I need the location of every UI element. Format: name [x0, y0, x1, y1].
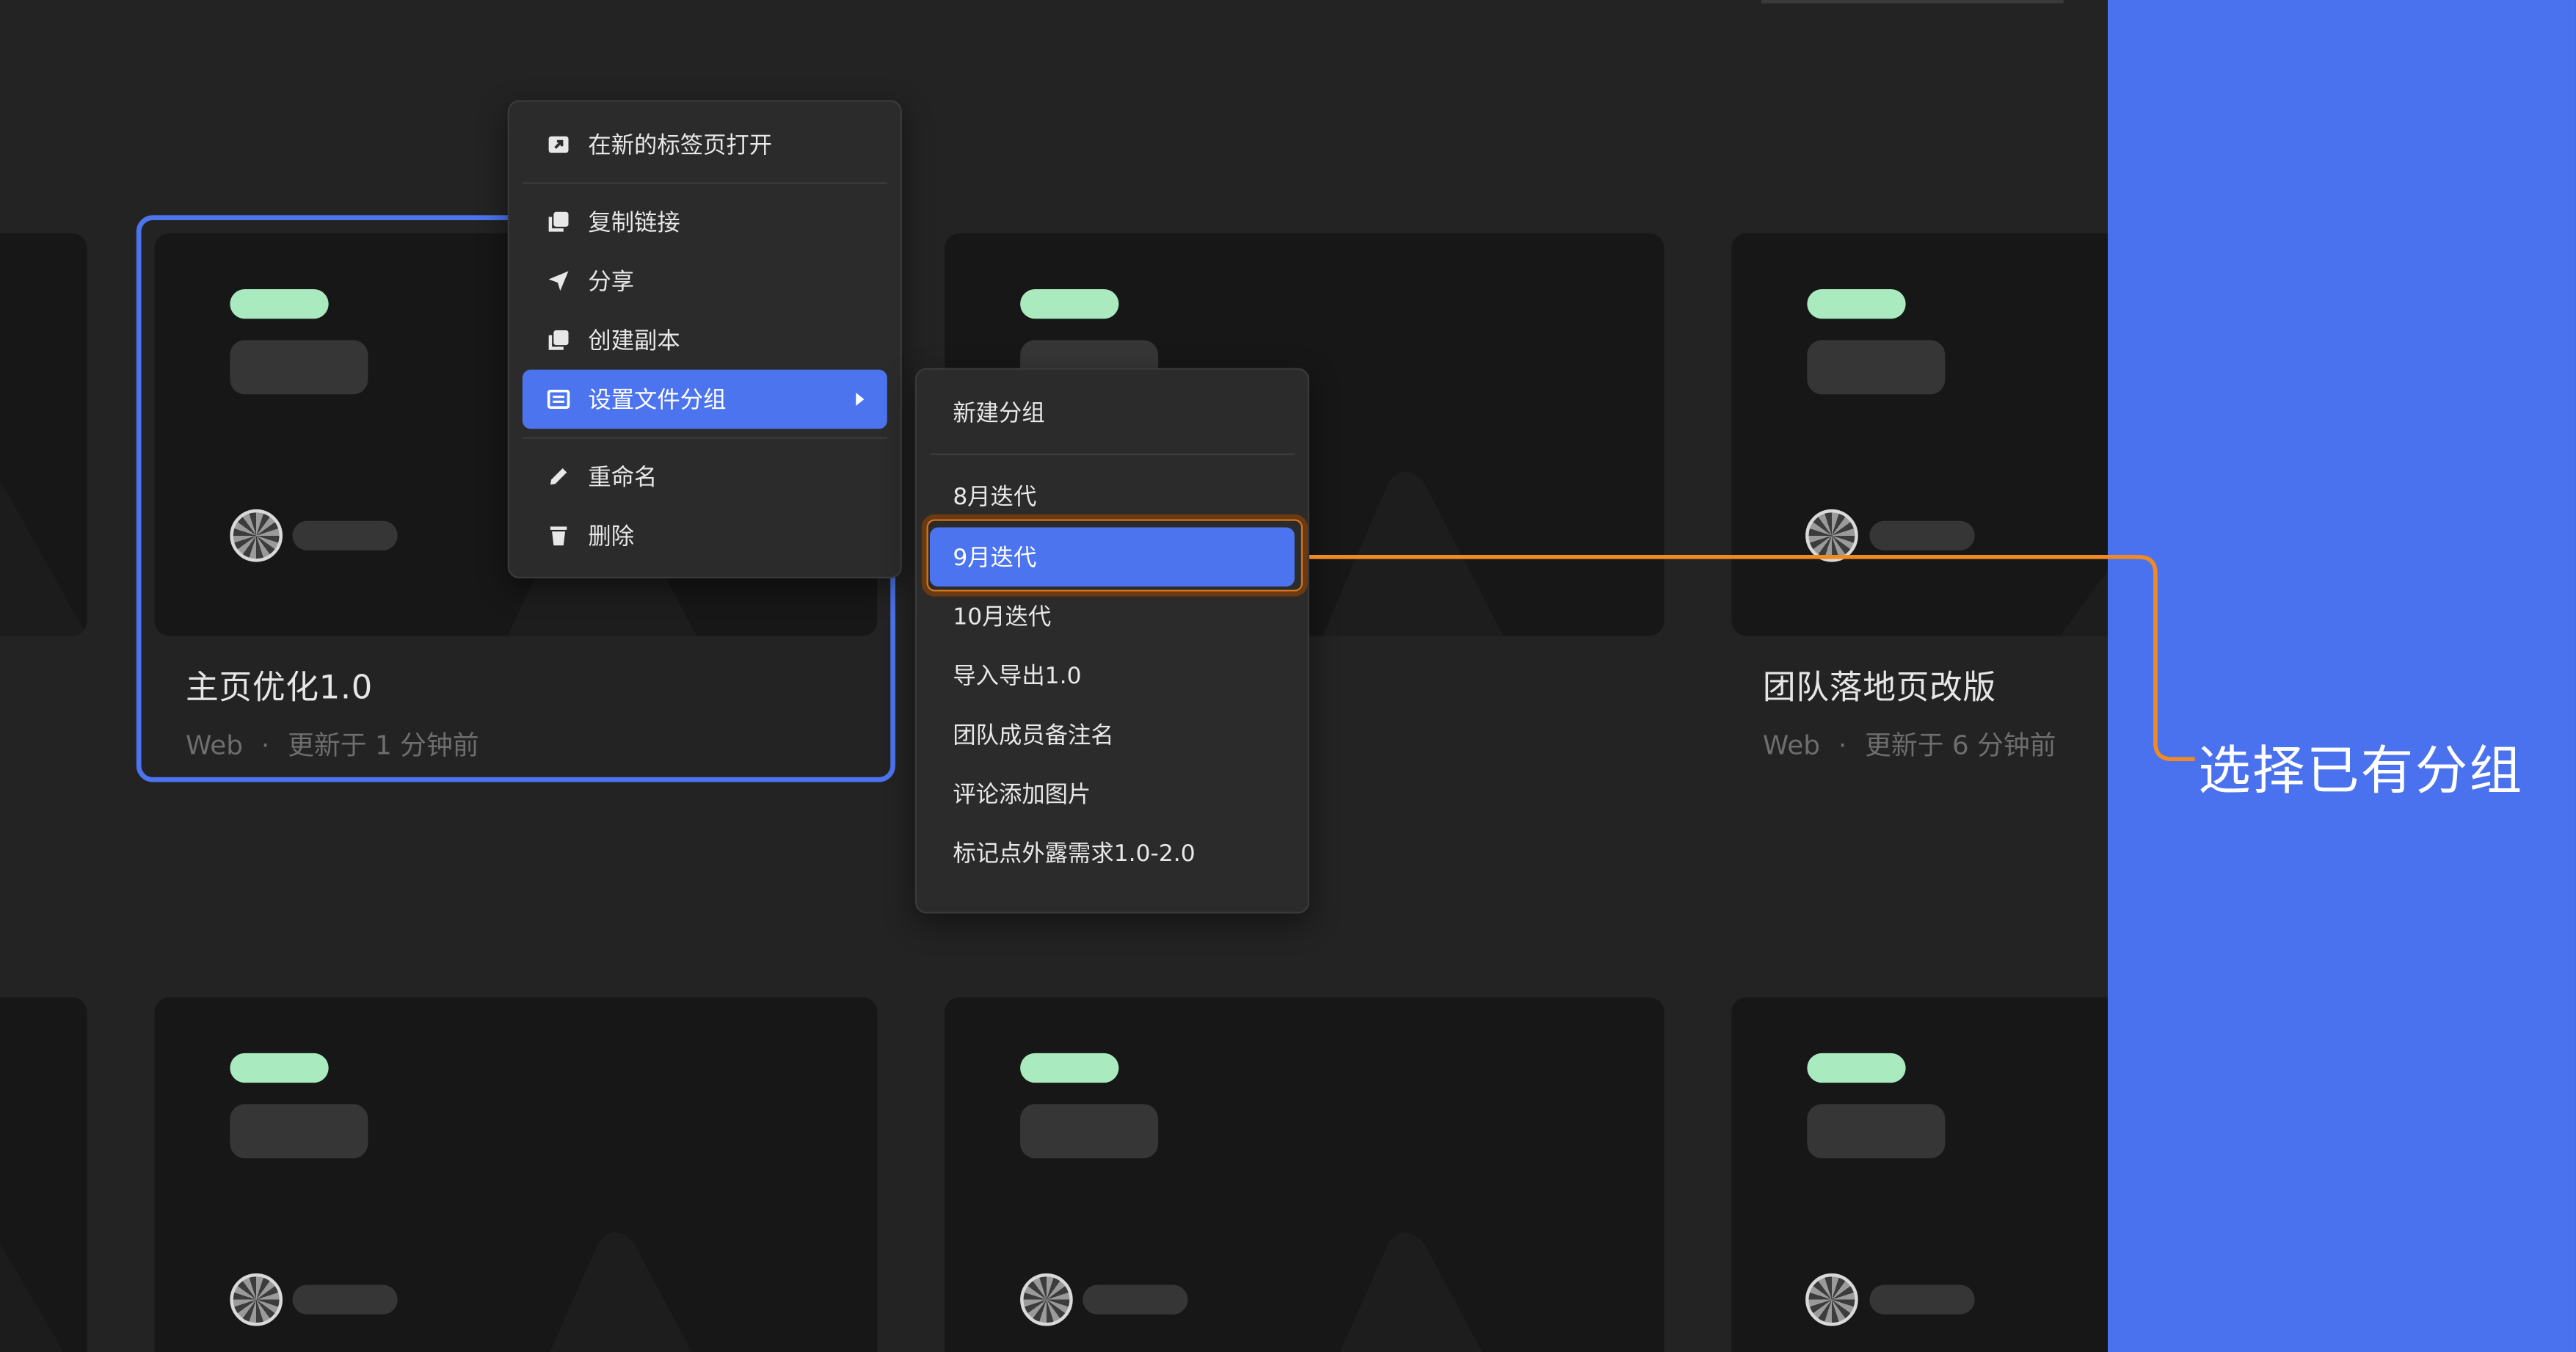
- file-label-placeholder: [1020, 1104, 1159, 1159]
- pencil-icon: [545, 463, 572, 490]
- file-browser-canvas: 主页优化1.0 Web · 更新于 1 分钟前 团队落地页改版 Web · 更新…: [0, 0, 2576, 1352]
- annotation-label: 选择已有分组: [2198, 739, 2524, 802]
- file-card-title[interactable]: 团队落地页改版: [1763, 661, 1996, 708]
- file-card-partial-left[interactable]: [0, 233, 87, 636]
- annotation-panel: [2107, 0, 2576, 1352]
- share-send-icon: [545, 268, 572, 294]
- file-card-thumbnail[interactable]: [1731, 233, 2126, 636]
- open-new-tab-icon: [545, 131, 572, 158]
- menu-item-open-new-tab[interactable]: 在新的标签页打开: [523, 115, 887, 175]
- top-divider: [1761, 0, 2064, 4]
- avatar: [1805, 509, 1858, 562]
- menu-divider: [522, 437, 887, 439]
- file-tag: [1807, 1053, 1906, 1083]
- file-card-partial-left[interactable]: [0, 997, 87, 1352]
- menu-item-label: 在新的标签页打开: [588, 133, 773, 160]
- highlight-ring: [921, 514, 1308, 597]
- copy-link-icon: [545, 208, 572, 235]
- menu-item-label: 删除: [588, 524, 635, 550]
- duplicate-icon: [545, 327, 572, 353]
- menu-item-label: 复制链接: [588, 210, 680, 237]
- file-label-placeholder: [1807, 1104, 1946, 1159]
- context-menu: 在新的标签页打开 复制链接 分享 创建副本 设置文件分组 重命名 删除: [507, 100, 902, 578]
- avatar: [1020, 1273, 1073, 1326]
- avatar: [1805, 1273, 1858, 1326]
- owner-name-placeholder: [292, 1284, 398, 1315]
- owner-name-placeholder: [1083, 1284, 1188, 1315]
- submenu-new-group[interactable]: 新建分组: [930, 383, 1295, 443]
- menu-divider: [522, 182, 887, 184]
- submenu-group-item[interactable]: 标记点外露需求1.0-2.0: [930, 823, 1295, 882]
- card-thumbnail-shape: [0, 1243, 64, 1352]
- group-list-icon: [545, 386, 572, 412]
- menu-item-set-file-group[interactable]: 设置文件分组: [522, 369, 887, 429]
- card-thumbnail-shape: [2060, 545, 2126, 636]
- file-card-meta: Web · 更新于 6 分钟前: [1763, 723, 2056, 763]
- file-tag: [1807, 288, 1906, 319]
- file-card-thumbnail[interactable]: [1731, 997, 2126, 1352]
- menu-item-copy-link[interactable]: 复制链接: [523, 192, 887, 252]
- menu-item-duplicate[interactable]: 创建副本: [523, 310, 887, 370]
- owner-name-placeholder: [1869, 1284, 1975, 1315]
- trash-icon: [545, 523, 572, 549]
- file-label-placeholder: [1807, 340, 1946, 395]
- menu-item-rename[interactable]: 重命名: [523, 447, 887, 506]
- menu-divider: [929, 453, 1295, 456]
- submenu-group-item[interactable]: 团队成员备注名: [930, 705, 1295, 764]
- file-card-thumbnail[interactable]: [154, 997, 878, 1352]
- menu-item-label: 设置文件分组: [588, 388, 727, 415]
- file-tag: [1020, 288, 1119, 319]
- owner-name-placeholder: [1869, 520, 1975, 550]
- submenu-arrow-icon: [856, 393, 865, 406]
- file-tag: [230, 1053, 329, 1083]
- file-updated-time: 更新于 6 分钟前: [1865, 729, 2056, 761]
- menu-item-share[interactable]: 分享: [523, 251, 887, 310]
- menu-item-label: 分享: [588, 269, 635, 296]
- menu-item-label: 创建副本: [588, 328, 680, 355]
- file-card-thumbnail[interactable]: [945, 997, 1664, 1352]
- file-platform: Web: [1762, 729, 1821, 761]
- file-tag: [1020, 1053, 1119, 1083]
- menu-item-label: 重命名: [588, 465, 658, 492]
- submenu-group-item[interactable]: 评论添加图片: [930, 764, 1295, 824]
- submenu-group-item[interactable]: 导入导出1.0: [930, 646, 1295, 705]
- file-label-placeholder: [230, 1104, 368, 1159]
- meta-separator: ·: [1838, 729, 1847, 761]
- avatar: [230, 1273, 283, 1326]
- group-submenu: 新建分组 8月迭代 9月迭代 10月迭代 导入导出1.0 团队成员备注名 评论添…: [914, 368, 1310, 914]
- card-thumbnail-shape: [0, 479, 87, 636]
- menu-item-delete[interactable]: 删除: [523, 506, 887, 565]
